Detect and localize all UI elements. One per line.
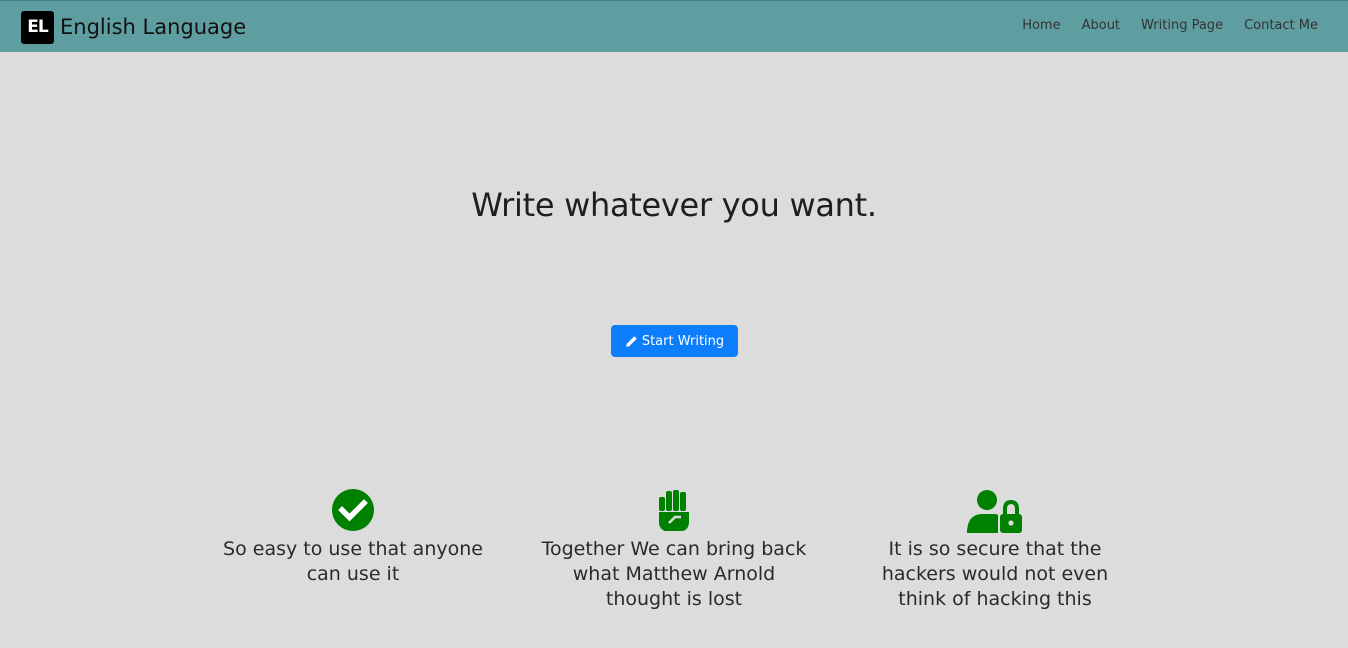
nav-link-writing-page[interactable]: Writing Page xyxy=(1141,18,1223,33)
nav-menu: Home About Writing Page Contact Me xyxy=(1001,18,1318,33)
start-writing-label: Start Writing xyxy=(641,333,725,349)
nav-link-about[interactable]: About xyxy=(1082,18,1120,33)
feature-together: Together We can bring back what Matthew … xyxy=(539,489,809,612)
feature-easy: So easy to use that anyone can use it xyxy=(218,489,488,587)
check-circle-icon xyxy=(332,489,374,531)
feature-secure: It is so secure that the hackers would n… xyxy=(860,489,1130,612)
nav-link-home[interactable]: Home xyxy=(1022,18,1060,33)
fist-icon xyxy=(659,490,689,531)
pencil-icon xyxy=(626,335,637,347)
navbar: EL English Language Home About Writing P… xyxy=(0,0,1348,52)
feature-easy-text: So easy to use that anyone can use it xyxy=(223,538,483,585)
nav-link-contact-me[interactable]: Contact Me xyxy=(1244,18,1318,33)
user-lock-icon xyxy=(967,490,1022,533)
brand-logo: EL xyxy=(21,10,54,44)
hero-headline: Write whatever you want. xyxy=(471,186,877,224)
brand-link[interactable]: EL English Language xyxy=(21,10,246,44)
feature-together-text: Together We can bring back what Matthew … xyxy=(541,538,807,610)
brand-name: English Language xyxy=(60,15,247,39)
start-writing-button[interactable]: Start Writing xyxy=(611,325,738,357)
feature-secure-text: It is so secure that the hackers would n… xyxy=(881,538,1109,610)
